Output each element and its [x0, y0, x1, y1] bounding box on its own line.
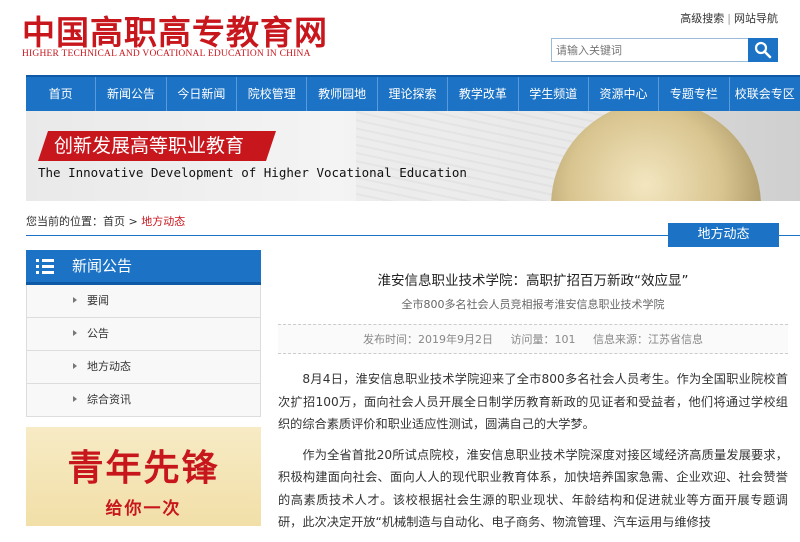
site-logo-title[interactable]: 中国高职高专教育网 [22, 6, 328, 54]
breadcrumb-prefix: 您当前的位置： [26, 215, 103, 228]
article-body: 8月4日，淮安信息职业技术学院迎来了全市800多名社会人员考生。作为全国职业院校… [278, 368, 788, 534]
promo-headline: 青年先锋 [67, 447, 220, 489]
site-logo-subtitle: HIGHER TECHNICAL AND VOCATIONAL EDUCATIO… [22, 49, 311, 59]
breadcrumb-current[interactable]: 地方动态 [141, 215, 185, 228]
view-count: 访问量：101 [510, 333, 576, 346]
nav-item-news-notices[interactable]: 新闻公告 [96, 77, 167, 111]
sidebar-title: 新闻公告 [72, 256, 133, 275]
article-title: 淮安信息职业技术学院：高职扩招百万新政“效应显” [377, 273, 689, 289]
sidebar-item-label: 综合资讯 [87, 393, 131, 406]
banner-caption: 创新发展高等职业教育 [38, 131, 276, 161]
sidebar-item-label: 地方动态 [87, 360, 131, 373]
nav-item-alliance[interactable]: 校联会专区 [730, 77, 800, 111]
publish-date: 发布时间：2019年9月2日 [363, 333, 493, 346]
breadcrumb-separator: > [128, 215, 138, 228]
search-input[interactable] [551, 38, 748, 62]
nav-item-theory[interactable]: 理论探索 [378, 77, 449, 111]
sidebar-item-label: 要闻 [87, 294, 109, 307]
banner: 创新发展高等职业教育 The Innovative Development of… [26, 111, 800, 201]
site-nav-link[interactable]: 网站导航 [734, 12, 778, 25]
arrow-right-icon [73, 363, 77, 369]
article-source: 信息来源：江苏省信息 [593, 333, 703, 346]
sidebar: 新闻公告 要闻 公告 地方动态 综合资讯 [26, 250, 261, 417]
search-button[interactable] [748, 38, 778, 62]
sidebar-item-headlines[interactable]: 要闻 [26, 285, 261, 318]
promo-subline: 给你一次 [105, 499, 182, 519]
nav-item-teaching-reform[interactable]: 教学改革 [448, 77, 519, 111]
article-subtitle: 全市800多名社会人员竞相报考淮安信息职业技术学院 [401, 298, 665, 311]
breadcrumb-home-link[interactable]: 首页 [103, 215, 125, 228]
arrow-right-icon [73, 330, 77, 336]
nav-item-school-management[interactable]: 院校管理 [237, 77, 308, 111]
sidebar-item-local-news[interactable]: 地方动态 [26, 351, 261, 384]
article-paragraph: 8月4日，淮安信息职业技术学院迎来了全市800多名社会人员考生。作为全国职业院校… [278, 372, 788, 431]
sidebar-header: 新闻公告 [26, 250, 261, 285]
advanced-search-link[interactable]: 高级搜索 [680, 12, 724, 25]
nav-item-today-news[interactable]: 今日新闻 [167, 77, 238, 111]
link-separator: | [727, 12, 731, 25]
nav-item-teachers[interactable]: 教师园地 [307, 77, 378, 111]
main-nav: 首页 新闻公告 今日新闻 院校管理 教师园地 理论探索 教学改革 学生频道 资源… [26, 75, 800, 111]
nav-item-students[interactable]: 学生频道 [519, 77, 589, 111]
arrow-right-icon [73, 396, 77, 402]
article-meta: 发布时间：2019年9月2日 访问量：101 信息来源：江苏省信息 [278, 324, 788, 354]
nav-item-resources[interactable]: 资源中心 [589, 77, 660, 111]
promo-banner[interactable]: 青年先锋 给你一次 [26, 427, 261, 526]
list-menu-icon [36, 258, 56, 274]
section-tab: 地方动态 [668, 223, 779, 247]
search-box [551, 38, 778, 62]
site-header: 中国高职高专教育网 HIGHER TECHNICAL AND VOCATIONA… [0, 0, 800, 75]
arrow-right-icon [73, 297, 77, 303]
search-icon [754, 41, 772, 59]
sidebar-item-notices[interactable]: 公告 [26, 318, 261, 351]
article: 淮安信息职业技术学院：高职扩招百万新政“效应显” 全市800多名社会人员竞相报考… [278, 250, 788, 542]
banner-english-caption: The Innovative Development of Higher Voc… [38, 165, 467, 180]
top-links: 高级搜索 | 网站导航 [680, 10, 778, 26]
article-paragraph: 作为全省首批20所试点院校，淮安信息职业技术学院深度对接区域经济高质量发展要求，… [278, 447, 788, 530]
sidebar-item-general-info[interactable]: 综合资讯 [26, 384, 261, 417]
breadcrumb: 您当前的位置：首页 > 地方动态 [26, 213, 185, 229]
nav-item-special-topics[interactable]: 专题专栏 [659, 77, 730, 111]
nav-item-home[interactable]: 首页 [26, 77, 97, 111]
sidebar-item-label: 公告 [87, 327, 109, 340]
